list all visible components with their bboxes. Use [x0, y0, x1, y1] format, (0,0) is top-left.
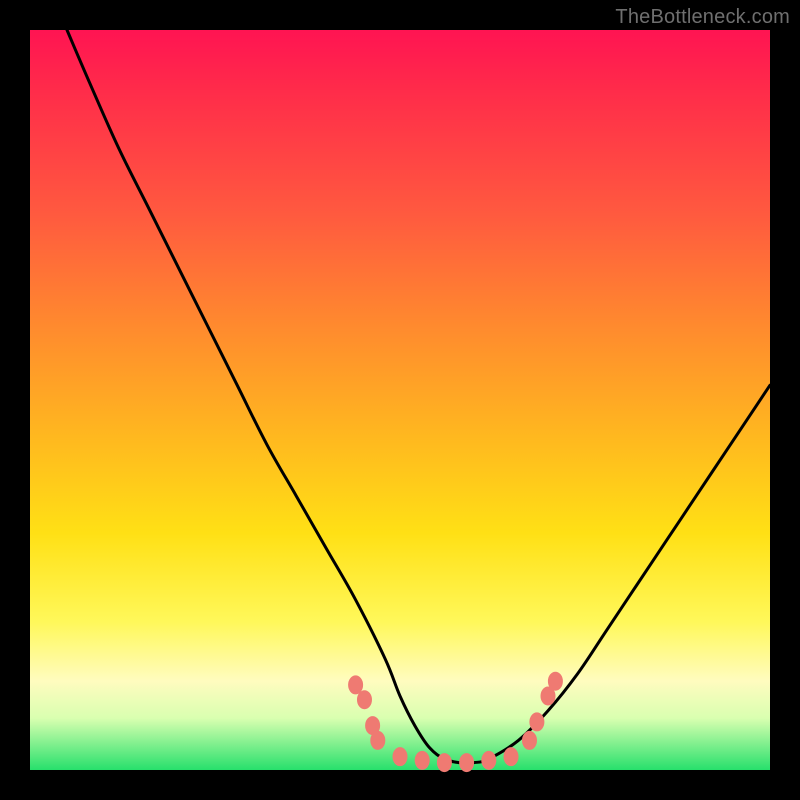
curve-marker — [523, 731, 537, 749]
curve-layer — [30, 30, 770, 770]
curve-marker — [530, 713, 544, 731]
curve-marker — [393, 748, 407, 766]
plot-area — [30, 30, 770, 770]
curve-marker — [548, 672, 562, 690]
curve-marker — [482, 751, 496, 769]
curve-marker — [349, 676, 363, 694]
bottleneck-curve — [67, 30, 770, 763]
curve-markers — [349, 672, 563, 771]
curve-marker — [371, 731, 385, 749]
chart-frame: TheBottleneck.com — [0, 0, 800, 800]
curve-marker — [415, 751, 429, 769]
watermark-text: TheBottleneck.com — [615, 6, 790, 29]
curve-marker — [504, 748, 518, 766]
curve-marker — [460, 754, 474, 772]
curve-marker — [357, 691, 371, 709]
curve-marker — [437, 754, 451, 772]
